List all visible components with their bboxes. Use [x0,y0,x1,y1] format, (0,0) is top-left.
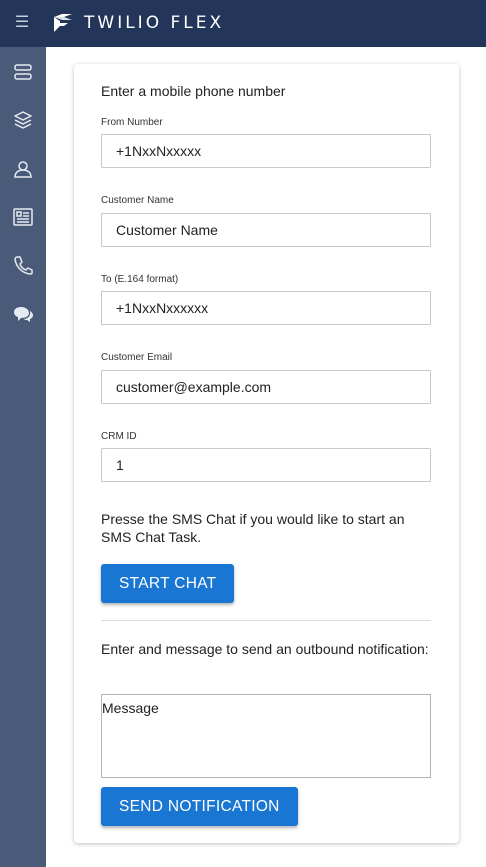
phone-icon [14,256,33,275]
divider [101,620,431,621]
customer-email-input[interactable] [101,370,431,404]
customer-name-input[interactable] [101,213,431,247]
app-title: TWILIO FLEX [84,13,225,33]
chat-icon [14,307,33,322]
sidebar-item-teams[interactable] [0,149,46,189]
queues-stats-icon [13,208,33,226]
sidebar [0,47,46,867]
twilio-flex-logo-icon [54,14,72,32]
to-number-input[interactable] [101,291,431,325]
sidebar-item-queues-stats[interactable] [0,197,46,237]
sidebar-item-chat[interactable] [0,294,46,334]
customer-email-label: Customer Email [101,352,173,363]
layers-icon [14,111,32,129]
teams-icon [14,161,32,178]
message-input[interactable] [101,694,431,778]
form-heading: Enter a mobile phone number [101,83,286,99]
notification-instructions: Enter and message to send an outbound no… [101,641,429,657]
send-notification-button[interactable]: SEND NOTIFICATION [101,787,298,826]
sidebar-item-layers[interactable] [0,100,46,140]
to-number-label: To (E.164 format) [101,274,179,285]
sidebar-item-agent-desktop[interactable] [0,52,46,92]
agent-desktop-icon [14,64,32,80]
hamburger-menu-icon[interactable]: ☰ [12,12,32,34]
customer-name-label: Customer Name [101,195,174,206]
from-number-label: From Number [101,117,163,128]
top-bar: ☰ TWILIO FLEX [0,0,486,47]
from-number-input[interactable] [101,134,431,168]
main-content: Enter a mobile phone number From Number … [46,47,486,867]
crm-id-label: CRM ID [101,431,137,442]
crm-id-input[interactable] [101,448,431,482]
sidebar-item-phone[interactable] [0,245,46,285]
chat-instructions: Presse the SMS Chat if you would like to… [101,511,405,545]
start-chat-button[interactable]: START CHAT [101,564,235,603]
outbound-form-card: Enter a mobile phone number From Number … [74,64,459,843]
